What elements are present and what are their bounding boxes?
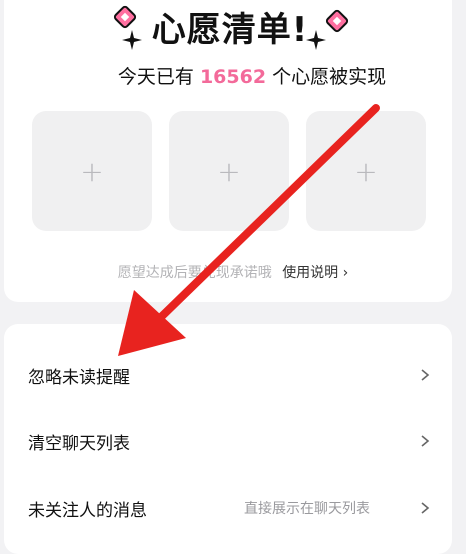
subtitle-suffix: 个心愿被实现 bbox=[272, 66, 387, 88]
settings-row-unfollowed-messages[interactable]: 未关注人的消息 直接展示在聊天列表 bbox=[4, 482, 452, 534]
wish-hint: 愿望达成后要兑现承诺哦 使用说明 › bbox=[0, 262, 466, 282]
settings-row-clear-chat-list[interactable]: 清空聊天列表 bbox=[4, 415, 452, 467]
usage-guide-link[interactable]: 使用说明 › bbox=[282, 265, 348, 281]
sparkle-icon bbox=[122, 30, 142, 50]
plus-icon: + bbox=[80, 154, 104, 188]
wish-title: 心愿清单! bbox=[151, 10, 309, 50]
wish-subtitle: 今天已有 16562 个心愿被实现 bbox=[0, 62, 466, 89]
row-label: 忽略未读提醒 bbox=[28, 367, 130, 388]
plus-icon: + bbox=[354, 154, 378, 188]
row-value: 直接展示在聊天列表 bbox=[244, 501, 370, 517]
pink-diamond-icon bbox=[325, 9, 349, 33]
wish-slot-2[interactable]: + bbox=[169, 111, 289, 231]
wish-slot-1[interactable]: + bbox=[32, 111, 152, 231]
wish-slot-3[interactable]: + bbox=[306, 111, 426, 231]
chevron-right-icon bbox=[421, 502, 430, 514]
row-label: 清空聊天列表 bbox=[28, 433, 130, 454]
hint-text: 愿望达成后要兑现承诺哦 bbox=[117, 265, 272, 281]
pink-diamond-icon bbox=[113, 5, 137, 29]
chevron-right-icon bbox=[421, 435, 430, 447]
wish-count: 16562 bbox=[199, 66, 267, 88]
settings-row-ignore-unread[interactable]: 忽略未读提醒 bbox=[4, 349, 452, 401]
subtitle-prefix: 今天已有 bbox=[117, 66, 194, 88]
wish-header: 心愿清单! bbox=[0, 0, 466, 54]
sparkle-icon bbox=[306, 30, 326, 50]
chevron-right-icon bbox=[421, 369, 430, 381]
plus-icon: + bbox=[217, 154, 241, 188]
row-label: 未关注人的消息 bbox=[28, 500, 147, 521]
